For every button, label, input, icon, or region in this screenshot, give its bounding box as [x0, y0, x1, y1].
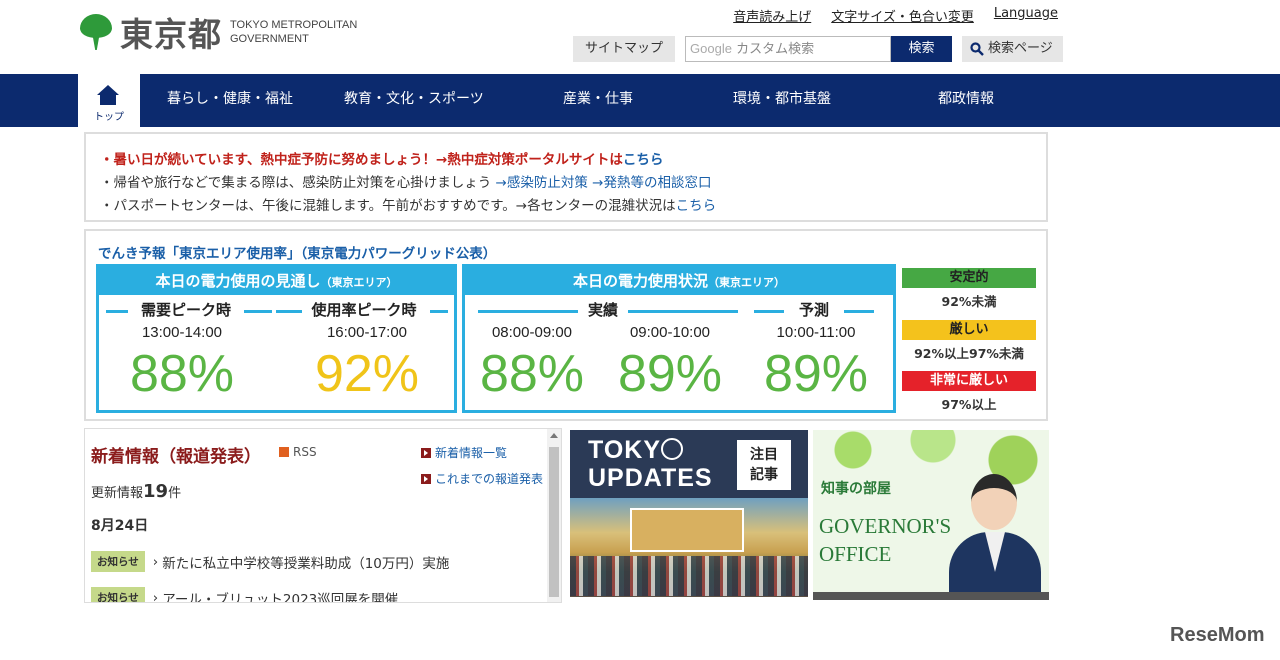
nav-home[interactable]: トップ: [78, 74, 140, 127]
rss-link[interactable]: RSS: [279, 445, 317, 459]
legend-very-tight-range: 97%以上: [941, 397, 997, 412]
arrow-right-icon: [421, 473, 431, 484]
fever-consultation-link[interactable]: →発熱等の相談窓口: [592, 175, 711, 191]
demand-peak-value: 88%: [129, 345, 235, 403]
passport-congestion-link[interactable]: こちら: [676, 198, 717, 214]
news-date: 8月24日: [91, 518, 149, 534]
globe-icon: [661, 438, 683, 460]
notice-badge: お知らせ: [91, 587, 145, 602]
actual-value-2: 89%: [617, 345, 723, 403]
news-list-link[interactable]: 新着情報一覧: [421, 444, 507, 461]
usage-peak-time: 16:00-17:00: [326, 324, 408, 341]
nav-item-govinfo[interactable]: 都政情報: [938, 74, 994, 127]
demand-peak-label: 需要ピーク時: [140, 301, 231, 319]
legend-tight-range: 92%以上97%未満: [914, 346, 1024, 361]
usage-peak-value: 92%: [314, 345, 420, 403]
text-size-color-link[interactable]: 文字サイズ・色合い変更: [831, 6, 974, 25]
search-page-button[interactable]: 検索ページ: [962, 36, 1063, 62]
forecast-value-3: 89%: [763, 345, 869, 403]
search-icon: [970, 42, 984, 56]
power-status-heading: 本日の電力使用状況（東京エリア）: [465, 267, 893, 295]
logo-english-text: TOKYO METROPOLITAN GOVERNMENT: [230, 19, 358, 45]
nav-item-environment[interactable]: 環境・都市基盤: [733, 74, 831, 127]
watermark-logo: ReseMom: [1170, 624, 1265, 646]
news-panel: 新着情報（報道発表） RSS 新着情報一覧 これまでの報道発表 更新情報19件 …: [84, 428, 562, 603]
global-nav: トップ 暮らし・健康・福祉 教育・文化・スポーツ 産業・仕事 環境・都市基盤 都…: [0, 74, 1280, 127]
search-button[interactable]: 検索: [891, 36, 953, 62]
site-logo[interactable]: 東京都 TOKYO METROPOLITAN GOVERNMENT: [78, 12, 358, 54]
demand-peak-time: 13:00-14:00: [141, 324, 223, 341]
notice-box: ・暑い日が続いています、熱中症予防に努めましょう！→熱中症対策ポータルサイトはこ…: [84, 132, 1048, 222]
scroll-up-icon: [550, 433, 558, 438]
rss-icon: [279, 447, 289, 457]
power-forecast-title: でんき予報「東京エリア使用率」（東京電力パワーグリッド公表）: [98, 246, 497, 262]
governors-office-banner[interactable]: 知事の部屋 GOVERNOR'S OFFICE: [813, 430, 1049, 600]
legend-very-tight: 非常に厳しい: [902, 371, 1036, 391]
power-outlook-heading: 本日の電力使用の見通し（東京エリア）: [99, 267, 454, 295]
chevron-right-icon: ›: [152, 589, 159, 603]
past-press-releases-link[interactable]: これまでの報道発表: [421, 470, 543, 487]
legend-stable-range: 92%未満: [941, 294, 997, 309]
update-count: 更新情報19件: [91, 481, 182, 502]
notice-passport: ・パスポートセンターは、午後に混雑します。午前がおすすめです。→各センターの混雑…: [100, 198, 717, 214]
featured-article-badge: 注目 記事: [737, 440, 791, 490]
logo-japanese-text: 東京都: [120, 15, 222, 54]
notice-badge: お知らせ: [91, 551, 145, 572]
list-item[interactable]: お知らせ › 新たに私立中学校等授業料助成（10万円）実施: [91, 551, 449, 572]
home-icon: [97, 85, 119, 105]
text-to-speech-link[interactable]: 音声読み上げ: [733, 6, 811, 25]
governor-room-label: 知事の部屋: [821, 481, 891, 497]
arrow-right-icon: [421, 447, 431, 458]
utility-links: 音声読み上げ 文字サイズ・色合い変更 Language: [733, 6, 1058, 25]
nav-item-life[interactable]: 暮らし・健康・福祉: [167, 74, 293, 127]
search-bar: サイトマップ Google カスタム検索 検索 検索ページ: [573, 36, 1063, 62]
nav-home-label: トップ: [94, 112, 124, 123]
list-item[interactable]: お知らせ › アール・ブリュット2023巡回展を開催: [91, 587, 398, 603]
ginkgo-logo-icon: [78, 14, 114, 50]
forecast-time-3: 10:00-11:00: [776, 324, 856, 341]
legend-tight: 厳しい: [902, 320, 1036, 340]
actual-label: 実績: [587, 301, 618, 319]
actual-value-1: 88%: [479, 345, 585, 403]
legend-stable: 安定的: [902, 268, 1036, 288]
infection-prevention-link[interactable]: →感染防止対策: [496, 175, 588, 191]
heatstroke-portal-link[interactable]: こちら: [623, 152, 664, 168]
language-link[interactable]: Language: [994, 6, 1058, 25]
search-input[interactable]: Google カスタム検索: [685, 36, 892, 62]
sitemap-button[interactable]: サイトマップ: [573, 36, 676, 62]
tokyo-updates-title: TOKY UPDATES: [588, 436, 713, 492]
notice-infection: ・帰省や旅行などで集まる際は、感染防止対策を心掛けましょう →感染防止対策 →発…: [100, 175, 712, 191]
governor-office-label: GOVERNOR'S OFFICE: [819, 514, 952, 566]
actual-time-2: 09:00-10:00: [629, 324, 711, 341]
forecast-label: 予測: [798, 301, 829, 319]
tokyo-updates-banner[interactable]: TOKY UPDATES 注目 記事: [570, 430, 808, 597]
nav-item-education[interactable]: 教育・文化・スポーツ: [344, 74, 484, 127]
governor-portrait: [949, 472, 1041, 600]
news-title: 新着情報（報道発表）: [91, 447, 261, 467]
usage-rate-peak-label: 使用率ピーク時: [311, 301, 417, 319]
nav-item-industry[interactable]: 産業・仕事: [563, 74, 633, 127]
actual-time-1: 08:00-09:00: [491, 324, 573, 341]
notice-heatstroke: ・暑い日が続いています、熱中症予防に努めましょう！→熱中症対策ポータルサイトはこ…: [100, 152, 664, 168]
news-scrollbar[interactable]: [547, 429, 561, 602]
chevron-right-icon: ›: [152, 553, 159, 570]
